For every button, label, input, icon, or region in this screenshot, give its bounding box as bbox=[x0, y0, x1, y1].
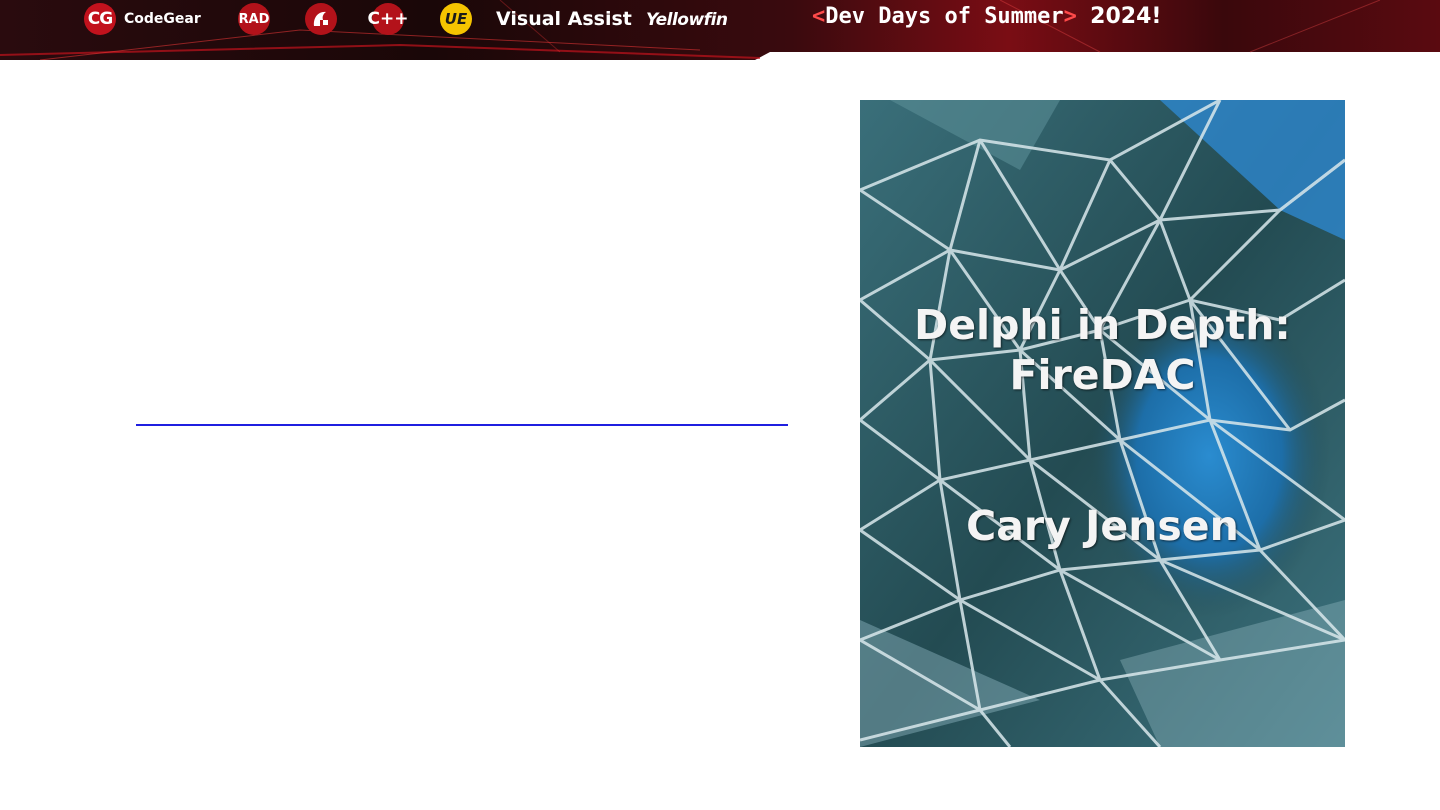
codegear-mark: CG bbox=[84, 3, 116, 35]
close-bracket: > bbox=[1063, 4, 1077, 29]
delphi-helmet-logo bbox=[305, 3, 337, 35]
ue-mark: UE bbox=[440, 3, 472, 35]
slide-page: CG CodeGear RAD C++ UE Visual Assist Yel… bbox=[0, 0, 1440, 810]
yellowfin-logo: Yellowfin bbox=[646, 10, 728, 30]
book-author: Cary Jensen bbox=[966, 502, 1239, 550]
helmet-icon bbox=[305, 3, 337, 35]
book-cover-image: Delphi in Depth: FireDAC Cary Jensen bbox=[860, 100, 1345, 747]
codegear-logo: CG CodeGear bbox=[84, 3, 201, 35]
book-title: Delphi in Depth: FireDAC bbox=[860, 300, 1345, 400]
visual-assist-text: Visual Assist bbox=[496, 8, 632, 30]
book-title-line-2: FireDAC bbox=[1009, 351, 1196, 399]
rad-mark: RAD bbox=[238, 3, 270, 35]
cpp-logo: C++ bbox=[368, 3, 408, 35]
yellowfin-text: Yellowfin bbox=[646, 10, 728, 30]
cpp-mark: C++ bbox=[368, 3, 408, 35]
book-title-line-1: Delphi in Depth: bbox=[914, 301, 1291, 349]
visual-assist-logo: Visual Assist bbox=[496, 8, 632, 30]
sponsor-banner: CG CodeGear RAD C++ UE Visual Assist Yel… bbox=[0, 0, 1440, 60]
event-name: Dev Days of Summer bbox=[825, 4, 1064, 29]
ue-logo: UE bbox=[440, 3, 472, 35]
codegear-text: CodeGear bbox=[124, 11, 201, 27]
hyperlink-underline[interactable] bbox=[136, 424, 788, 426]
rad-logo: RAD bbox=[238, 3, 270, 35]
event-title: <Dev Days of Summer> 2024! bbox=[812, 4, 1161, 29]
glass-dome-background bbox=[860, 100, 1345, 747]
event-year: 2024! bbox=[1090, 4, 1162, 29]
open-bracket: < bbox=[812, 4, 826, 29]
